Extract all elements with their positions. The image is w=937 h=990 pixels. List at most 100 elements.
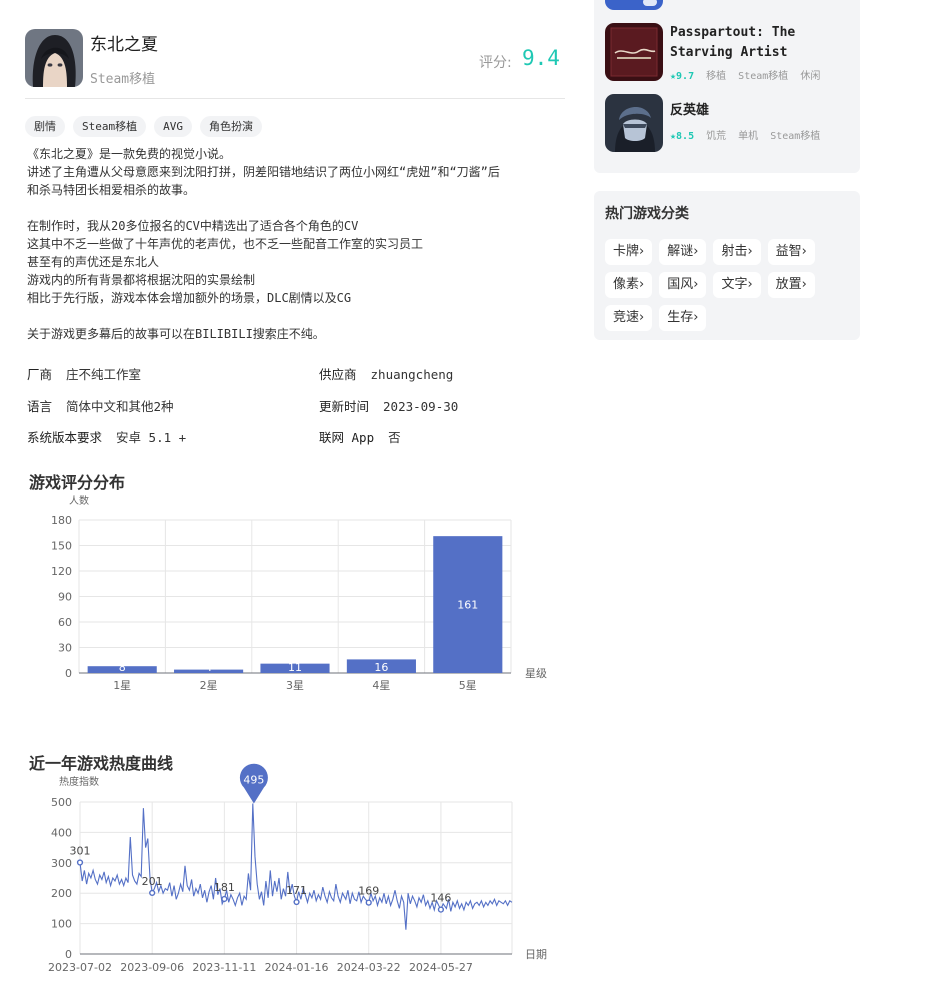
x-axis-title: 星级 [525, 667, 547, 680]
categories-grid: 卡牌› 解谜› 射击› 益智› 像素› 国风› 文字› 放置› 竞速› 生存› [605, 239, 849, 331]
category-label: 卡牌 [613, 244, 640, 259]
info-online: 联网 App 否 [319, 427, 401, 446]
x-tick-label: 2024-03-22 [337, 961, 401, 974]
categories-title: 热门游戏分类 [605, 206, 689, 222]
data-point [293, 898, 300, 906]
max-value-label: 495 [243, 774, 264, 787]
category-label: 射击 [721, 244, 748, 259]
data-point [365, 899, 372, 906]
related-game-meta: ★8.5 饥荒 单机 Steam移植 [670, 127, 850, 142]
category-label: 生存 [667, 310, 694, 325]
y-tick-label: 150 [51, 540, 72, 553]
description-line: 这其中不乏一些做了十年声优的老声优，也不乏一些配音工作室的实习员工 [27, 237, 424, 251]
category-label: 益智 [775, 244, 802, 259]
heat-series-line [79, 803, 513, 930]
tag-chip[interactable]: 剧情 [25, 116, 65, 137]
related-game-score: 9.7 [676, 71, 695, 82]
antihero-icon[interactable] [605, 94, 663, 152]
x-tick-label: 5星 [459, 679, 477, 692]
game-description: 《东北之夏》是一款免费的视觉小说。 讲述了主角遭从父母意愿来到沈阳打拼，阴差阳错… [27, 145, 572, 343]
y-tick-label: 100 [51, 918, 72, 931]
tag-chip[interactable]: Steam移植 [73, 116, 147, 137]
bar-value-label: 161 [457, 599, 478, 612]
related-game-antihero[interactable]: 反英雄 ★8.5 饥荒 单机 Steam移植 [670, 101, 850, 142]
related-game-tag: Steam移植 [738, 71, 789, 82]
category-chip[interactable]: 生存› [659, 305, 707, 331]
y-tick-label: 500 [51, 796, 72, 809]
data-point [76, 859, 84, 866]
related-game-name[interactable]: 反英雄 [670, 101, 850, 121]
info-value: 简体中文和其他2种 [66, 399, 174, 414]
x-tick-label: 1星 [113, 679, 131, 692]
category-chip[interactable]: 国风› [659, 272, 707, 298]
y-tick-label: 30 [58, 642, 72, 655]
data-point-label: 169 [358, 885, 379, 898]
info-updated: 更新时间 2023-09-30 [319, 396, 458, 415]
description-line: 关于游戏更多幕后的故事可以在BILIBILI搜索庄不纯。 [27, 327, 325, 341]
category-chip[interactable]: 卡牌› [605, 239, 653, 265]
info-key: 更新时间 [319, 399, 370, 414]
chevron-right-icon: › [747, 244, 753, 259]
chevron-right-icon: › [639, 244, 645, 259]
data-point [221, 895, 228, 903]
related-game-tag: 饥荒 [706, 131, 727, 142]
category-chip[interactable]: 文字› [713, 272, 761, 298]
data-point-label: 171 [286, 884, 307, 897]
category-chip[interactable]: 解谜› [659, 239, 707, 265]
category-chip[interactable]: 像素› [605, 272, 653, 298]
info-value: 安卓 5.1 + [116, 430, 187, 445]
info-key: 系统版本要求 [27, 430, 103, 445]
tag-chip[interactable]: AVG [154, 116, 192, 137]
category-label: 放置 [775, 277, 802, 292]
related-game-meta: ★9.7 移植 Steam移植 休闲 [670, 67, 850, 82]
chevron-right-icon: › [693, 277, 699, 292]
description-line: 游戏内的所有背景都将根据沈阳的实景绘制 [27, 273, 256, 287]
x-tick-label: 2024-05-27 [409, 961, 473, 974]
game-title: 东北之夏 [90, 35, 158, 55]
x-tick-label: 2024-01-16 [265, 961, 329, 974]
y-axis-title: 人数 [69, 494, 89, 507]
bar-value-label: 8 [119, 661, 126, 674]
rating-bar-chart: 人数 0 30 60 90 120 150 180 8 1星 4 2星 11 3星 16 4星 161 5星 星级 [51, 494, 547, 692]
category-chip[interactable]: 益智› [767, 239, 815, 265]
y-tick-label: 180 [51, 514, 72, 527]
info-value: 2023-09-30 [383, 399, 459, 414]
category-chip[interactable]: 放置› [767, 272, 815, 298]
related-game-name[interactable]: Passpartout: The [670, 23, 850, 43]
y-axis-title: 热度指数 [59, 775, 99, 788]
bar-value-label: 4 [205, 661, 212, 674]
category-chip[interactable]: 竞速› [605, 305, 653, 331]
passpartout-icon[interactable] [605, 23, 663, 81]
description-line: 甚至有的声优还是东北人 [27, 255, 160, 269]
x-tick-label: 2023-07-02 [48, 961, 112, 974]
related-game-tag: 移植 [706, 71, 727, 82]
y-tick-label: 200 [51, 887, 72, 900]
y-tick-label: 90 [58, 591, 72, 604]
tag-list: 剧情 Steam移植 AVG 角色扮演 [25, 116, 262, 137]
x-axis-title: 日期 [525, 948, 547, 961]
info-supplier: 供应商 zhuangcheng [319, 364, 453, 383]
data-point-label: 301 [70, 844, 91, 857]
related-game-tag: Steam移植 [770, 131, 821, 142]
related-game-name[interactable]: Starving Artist [670, 43, 850, 63]
y-tick-label: 0 [65, 948, 72, 961]
chevron-right-icon: › [801, 244, 807, 259]
chevron-right-icon: › [693, 244, 699, 259]
data-point-label: 146 [430, 892, 451, 905]
info-key: 联网 App [319, 430, 375, 445]
category-chip[interactable]: 射击› [713, 239, 761, 265]
y-tick-label: 0 [65, 667, 72, 680]
description-line: 相比于先行版，游戏本体会增加额外的场景，DLC剧情以及CG [27, 291, 352, 305]
related-game-tag: 单机 [738, 131, 759, 142]
info-vendor: 厂商 庄不纯工作室 [27, 364, 141, 383]
game-icon-cropped[interactable] [605, 0, 663, 10]
chevron-right-icon: › [747, 277, 753, 292]
related-game-passpartout[interactable]: Passpartout: The Starving Artist ★9.7 移植… [670, 23, 850, 82]
game-icon [25, 29, 83, 87]
info-key: 厂商 [27, 367, 53, 382]
x-tick-label: 2023-09-06 [120, 961, 184, 974]
tag-chip[interactable]: 角色扮演 [200, 116, 262, 137]
x-tick-label: 2星 [200, 679, 218, 692]
info-language: 语言 简体中文和其他2种 [27, 396, 174, 415]
info-system: 系统版本要求 安卓 5.1 + [27, 427, 186, 446]
